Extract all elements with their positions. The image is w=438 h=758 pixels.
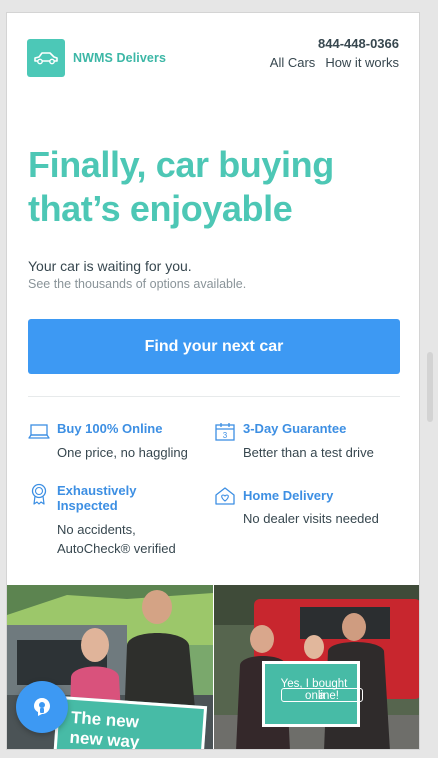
car-logo-icon (27, 39, 65, 77)
feature-title: Buy 100% Online (57, 421, 163, 436)
feature-desc: No accidents, AutoCheck® verified (57, 520, 176, 558)
feature-title-line: Exhaustively (57, 483, 137, 498)
sign-yes-i-bought: Yes, I bought a online! (262, 661, 363, 727)
sign-text: The new new way (68, 708, 142, 750)
headline-line-1: Finally, car buying (28, 144, 334, 185)
scrollbar-thumb[interactable] (427, 352, 433, 422)
feature-title: Exhaustively Inspected (57, 483, 137, 513)
headline-line-2: that’s enjoyable (28, 188, 293, 229)
phone-number[interactable]: 844-448-0366 (318, 36, 399, 51)
feature-desc: No dealer visits needed (243, 511, 379, 526)
sign-text: Yes, I bought a online! (273, 676, 363, 702)
calendar-icon: 3 (215, 423, 235, 441)
calendar-number: 3 (223, 431, 228, 440)
chat-support-icon (34, 698, 50, 716)
chat-button[interactable] (16, 681, 68, 733)
sign-word: online! (305, 690, 339, 702)
sign-the-new-way: The new new way (52, 695, 208, 750)
feature-inspected: Exhaustively Inspected No accidents, Aut… (28, 483, 208, 558)
feature-home-delivery: Home Delivery No dealer visits needed (214, 485, 404, 529)
nav-all-cars[interactable]: All Cars (270, 55, 316, 70)
feature-desc-line: AutoCheck® verified (57, 541, 176, 556)
customer-photo-right: Yes, I bought a online! (214, 585, 419, 749)
hero-subtext: See the thousands of options available. (28, 277, 247, 291)
ribbon-badge-icon (31, 483, 47, 505)
feature-title-line: Inspected (57, 498, 118, 513)
laptop-icon (28, 424, 50, 439)
divider (28, 396, 400, 397)
sign-line: new way (68, 727, 141, 750)
scrollbar[interactable] (426, 12, 436, 750)
find-car-button[interactable]: Find your next car (28, 319, 400, 374)
brand-logo[interactable]: NWMS Delivers (27, 39, 166, 77)
home-delivery-icon (215, 487, 235, 505)
hero-subtitle: Your car is waiting for you. (28, 258, 192, 274)
feature-title: 3-Day Guarantee (243, 421, 347, 436)
hero-headline: Finally, car buying that’s enjoyable (28, 143, 408, 231)
feature-desc-line: No accidents, (57, 522, 136, 537)
feature-desc: Better than a test drive (243, 445, 374, 460)
top-nav: All Cars How it works (270, 55, 399, 70)
feature-guarantee: 3 3-Day Guarantee Better than a test dri… (214, 421, 404, 465)
page-frame: NWMS Delivers 844-448-0366 All Cars How … (6, 12, 420, 750)
feature-desc: One price, no haggling (57, 445, 188, 460)
brand-name: NWMS Delivers (73, 51, 166, 65)
feature-buy-online: Buy 100% Online One price, no haggling (28, 421, 208, 465)
nav-how-it-works[interactable]: How it works (325, 55, 399, 70)
feature-title: Home Delivery (243, 488, 334, 503)
